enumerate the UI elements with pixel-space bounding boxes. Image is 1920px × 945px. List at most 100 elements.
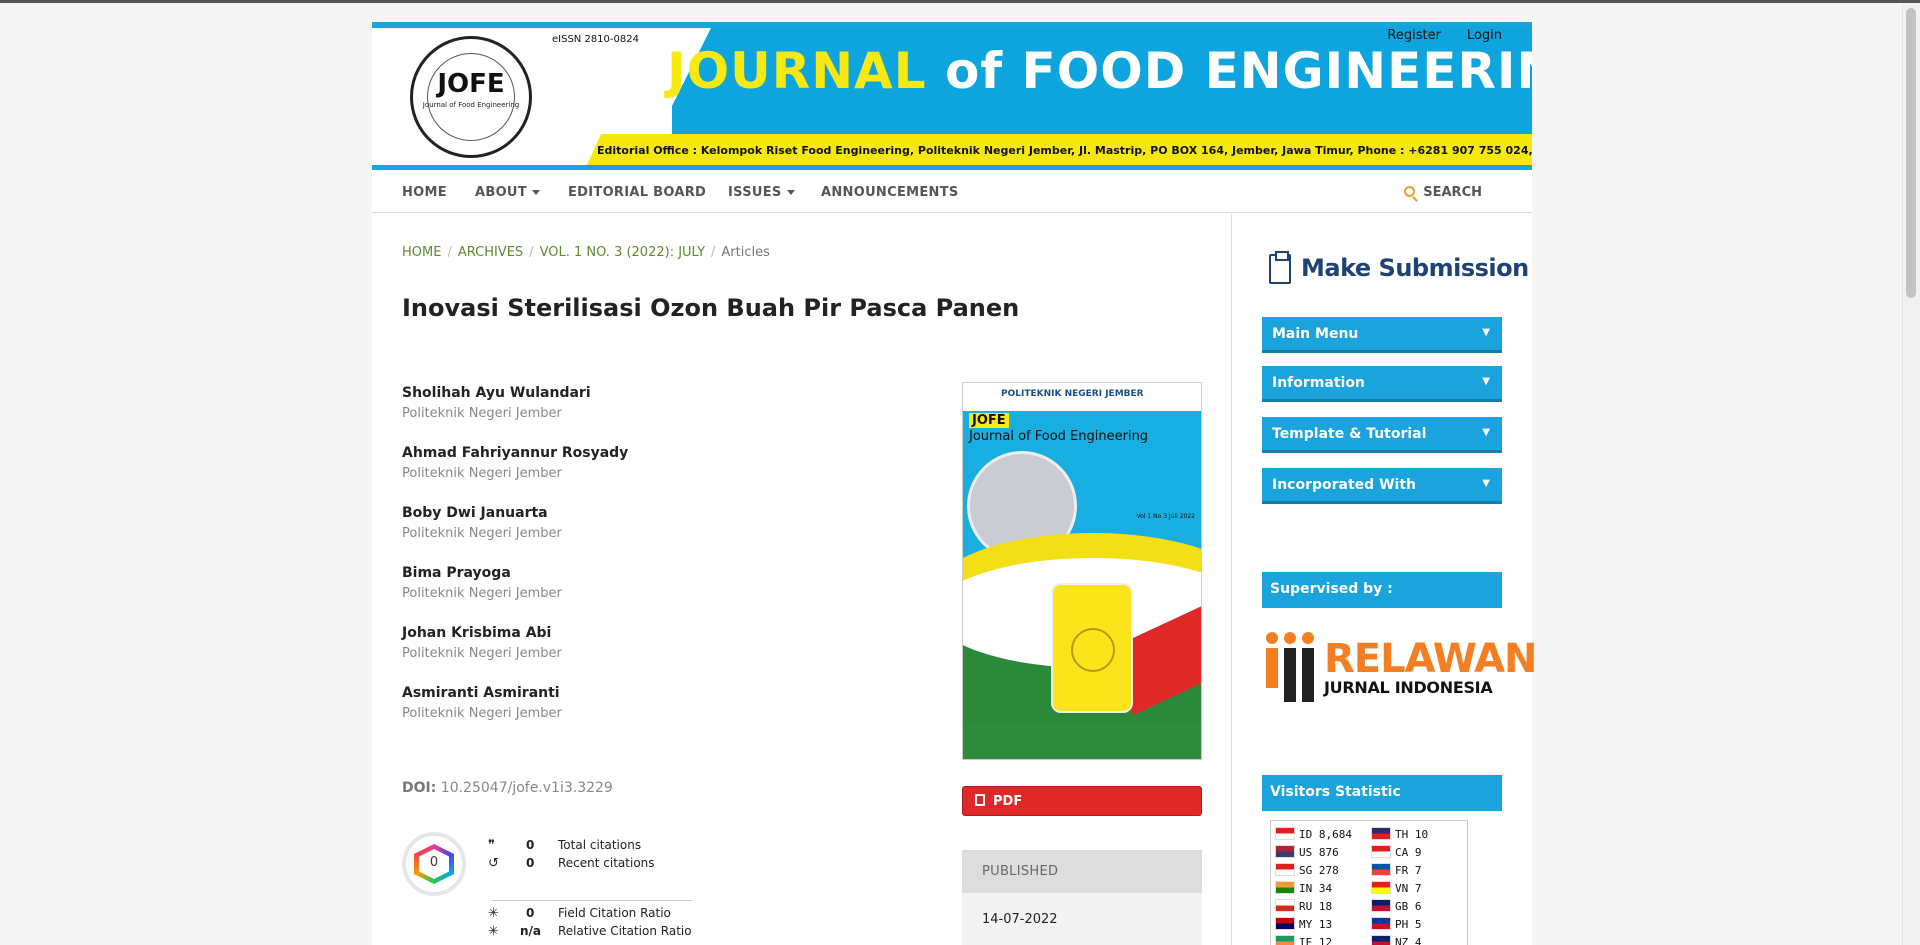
dimensions-count: 0 — [429, 855, 439, 870]
author-item: Boby Dwi Januarta Politeknik Negeri Jembe… — [402, 505, 562, 541]
header-bottom-bar — [372, 165, 1532, 170]
visitor-country-row: MY 13 — [1275, 917, 1332, 931]
country-flag-icon — [1371, 863, 1391, 876]
rji-mark — [1264, 632, 1316, 702]
author-affiliation: Politeknik Negeri Jember — [402, 466, 562, 481]
author-item: Bima Prayoga Politeknik Negeri Jember — [402, 565, 562, 601]
country-count: 8,684 — [1318, 828, 1352, 841]
citations-divider — [492, 900, 692, 901]
nav-home[interactable]: HOME — [402, 185, 447, 200]
country-count: 7 — [1414, 882, 1422, 895]
country-flag-icon — [1275, 917, 1295, 930]
primary-nav: HOME ABOUT EDITORIAL BOARD ISSUES ANNOUN… — [372, 172, 1532, 213]
country-code: PH — [1395, 918, 1415, 931]
visitor-country-row: ID 8,684 — [1275, 827, 1352, 841]
country-count: 18 — [1318, 900, 1333, 913]
clipboard-icon — [1269, 251, 1291, 284]
visitor-country-row: NZ 4 — [1371, 935, 1422, 945]
doi-link[interactable]: 10.25047/jofe.v1i3.3229 — [441, 780, 613, 796]
breadcrumb-issue[interactable]: VOL. 1 NO. 3 (2022): JULY — [540, 245, 705, 260]
rji-mark-bar — [1266, 648, 1278, 688]
author-affiliation: Politeknik Negeri Jember — [402, 406, 562, 421]
country-count: 7 — [1414, 864, 1422, 877]
country-flag-icon — [1275, 863, 1295, 876]
sidebar-block-template-tutorial[interactable]: Template & Tutorial ▼ — [1262, 417, 1502, 453]
nav-announcements[interactable]: ANNOUNCEMENTS — [821, 185, 959, 200]
author-affiliation: Politeknik Negeri Jember — [402, 526, 562, 541]
country-flag-icon — [1371, 845, 1391, 858]
chevron-down-icon: ▼ — [1482, 478, 1490, 489]
total-citations-value: 0 — [526, 838, 535, 852]
country-count: 6 — [1414, 900, 1422, 913]
country-code: US — [1299, 846, 1319, 859]
issn: eISSN 2810-0824 — [552, 34, 639, 45]
country-code: RU — [1299, 900, 1319, 913]
breadcrumb-archives[interactable]: ARCHIVES — [458, 245, 523, 260]
visitor-country-row: IN 34 — [1275, 881, 1332, 895]
rji-mark-dot — [1302, 632, 1314, 644]
country-code: ID — [1299, 828, 1319, 841]
breadcrumb-separator: / — [711, 245, 716, 260]
country-flag-icon — [1371, 935, 1391, 945]
pdf-download-button[interactable]: PDF — [962, 786, 1202, 816]
author-item: Sholihah Ayu Wulandari Politeknik Negeri … — [402, 385, 591, 421]
sidebar-block-label: Template & Tutorial — [1272, 426, 1427, 442]
logo-text: JOFE — [437, 69, 505, 99]
make-submission-button[interactable]: Make Submission — [1269, 248, 1529, 292]
nav-issues[interactable]: ISSUES — [728, 185, 795, 200]
browser-top-edge — [0, 0, 1920, 3]
pdf-label: PDF — [993, 794, 1023, 809]
rji-mark-dot — [1284, 632, 1296, 644]
visitor-country-row: FR 7 — [1371, 863, 1422, 877]
author-name: Ahmad Fahriyannur Rosyady — [402, 445, 629, 461]
nav-editorial-board[interactable]: EDITORIAL BOARD — [568, 185, 706, 200]
visitor-country-row: GB 6 — [1371, 899, 1422, 913]
sidebar-block-information[interactable]: Information ▼ — [1262, 366, 1502, 402]
visitor-country-row: SG 278 — [1275, 863, 1339, 877]
issue-cover-image[interactable]: POLITEKNIK NEGERI JEMBER JOFE Journal of… — [962, 382, 1202, 760]
sidebar-block-label: Main Menu — [1272, 326, 1359, 342]
site-header: JOFE Journal of Food Engineering eISSN 2… — [372, 22, 1532, 170]
sidebar-block-main-menu[interactable]: Main Menu ▼ — [1262, 317, 1502, 353]
rji-logo[interactable]: RELAWAN JURNAL INDONESIA — [1262, 626, 1538, 706]
country-flag-icon — [1275, 881, 1295, 894]
breadcrumb: HOME / ARCHIVES / VOL. 1 NO. 3 (2022): JULY /… — [402, 245, 770, 260]
logo-subtitle: Journal of Food Engineering — [422, 101, 520, 109]
country-code: FR — [1395, 864, 1415, 877]
visitor-country-row: CA 9 — [1371, 845, 1422, 859]
sidebar-block-incorporated[interactable]: Incorporated With ▼ — [1262, 468, 1502, 504]
login-link[interactable]: Login — [1467, 28, 1502, 43]
author-affiliation: Politeknik Negeri Jember — [402, 586, 562, 601]
user-links: Register Login — [1387, 28, 1502, 43]
recent-citations-value: 0 — [526, 856, 535, 870]
country-code: GB — [1395, 900, 1415, 913]
country-count: 278 — [1318, 864, 1339, 877]
author-name: Sholihah Ayu Wulandari — [402, 385, 591, 401]
supervised-by-heading: Supervised by : — [1262, 572, 1502, 608]
register-link[interactable]: Register — [1387, 28, 1441, 43]
breadcrumb-current: Articles — [721, 245, 770, 260]
field-citation-ratio-label: Field Citation Ratio — [558, 906, 671, 920]
country-flag-icon — [1275, 845, 1295, 858]
country-code: NZ — [1395, 936, 1415, 945]
nav-about[interactable]: ABOUT — [475, 185, 540, 200]
journal-title-rest: of FOOD ENGINEERING — [945, 42, 1532, 100]
rji-mark-bar — [1302, 648, 1314, 702]
scrollbar-thumb[interactable] — [1906, 8, 1916, 298]
doi: DOI: 10.25047/jofe.v1i3.3229 — [402, 780, 613, 796]
breadcrumb-home[interactable]: HOME — [402, 245, 441, 260]
country-count: 34 — [1318, 882, 1333, 895]
visitor-country-row: TH 10 — [1371, 827, 1428, 841]
sidebar-divider — [1231, 214, 1232, 945]
relative-ratio-icon: ✳ — [488, 924, 499, 939]
visitors-heading: Visitors Statistic — [1262, 775, 1502, 811]
nav-issues-label: ISSUES — [728, 185, 782, 200]
author-name: Asmiranti Asmiranti — [402, 685, 560, 701]
search-link[interactable]: SEARCH — [1404, 185, 1482, 200]
breadcrumb-separator: / — [529, 245, 534, 260]
dimensions-badge[interactable]: 0 — [402, 832, 466, 896]
flag-counter-widget[interactable]: ID 8,684 TH 10 US 876 CA 9 SG 278 FR 7 IN 34 VN… — [1270, 820, 1468, 945]
journal-logo[interactable]: JOFE Journal of Food Engineering — [410, 36, 532, 158]
country-code: VN — [1395, 882, 1415, 895]
chevron-down-icon: ▼ — [1482, 427, 1490, 438]
